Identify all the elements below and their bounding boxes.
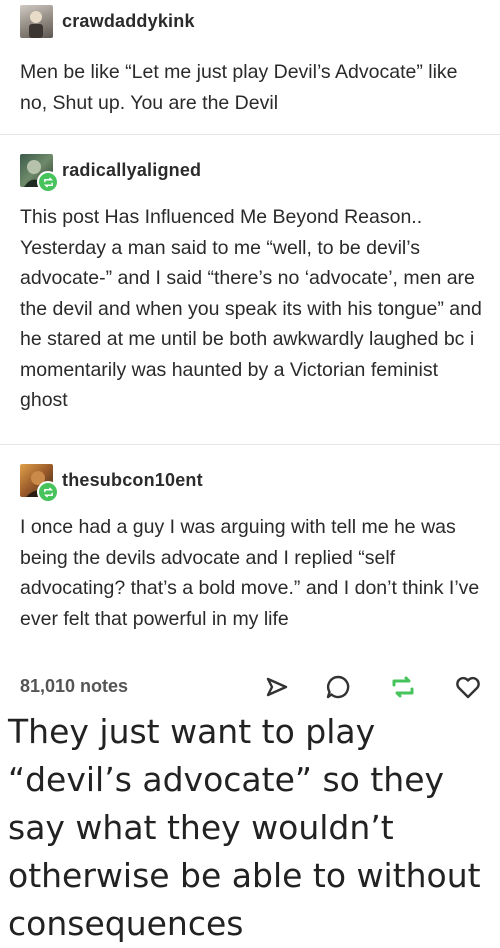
like-icon[interactable] (453, 672, 483, 702)
reblog-badge (37, 171, 59, 193)
post-footer: 81,010 notes (0, 668, 500, 708)
post-3: thesubcon10ent I once had a guy I was ar… (0, 444, 500, 656)
reply-icon[interactable] (323, 672, 353, 702)
post-1: crawdaddykink Men be like “Let me just p… (0, 0, 500, 134)
notes-count[interactable]: 81,010 notes (20, 676, 128, 697)
post-body: Men be like “Let me just play Devil’s Ad… (20, 61, 458, 114)
username[interactable]: thesubcon10ent (62, 470, 203, 491)
reblog-icon[interactable] (388, 672, 418, 702)
reblog-icon (43, 487, 53, 497)
avatar[interactable] (20, 464, 59, 503)
reblog-icon (43, 177, 53, 187)
post-body: I once had a guy I was arguing with tell… (20, 516, 480, 630)
post-header: thesubcon10ent (20, 464, 203, 503)
avatar-person-icon (29, 11, 43, 38)
username[interactable]: radicallyaligned (62, 160, 201, 181)
avatar[interactable] (20, 154, 59, 193)
post-body: This post Has Influenced Me Beyond Reaso… (20, 206, 482, 411)
caption: They just want to play “devil’s advocate… (0, 708, 500, 948)
reblog-badge (37, 481, 59, 503)
post-header: radicallyaligned (20, 154, 201, 193)
post-header: crawdaddykink (20, 5, 195, 38)
username[interactable]: crawdaddykink (62, 11, 195, 32)
share-icon[interactable] (262, 672, 292, 702)
post-2: radicallyaligned This post Has Influence… (0, 134, 500, 444)
caption-text: They just want to play “devil’s advocate… (8, 712, 481, 943)
avatar[interactable] (20, 5, 53, 38)
